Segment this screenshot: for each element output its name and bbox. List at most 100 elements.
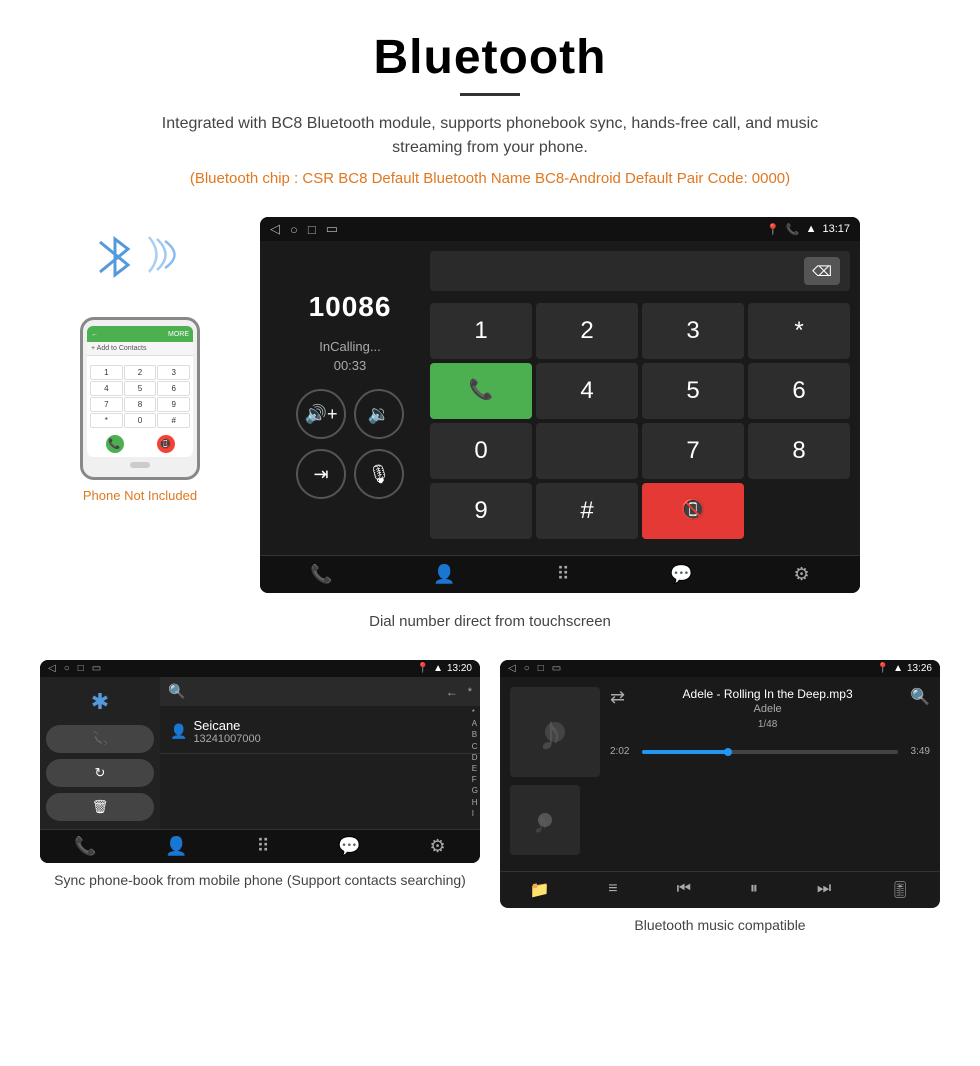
phone-mock: ← MORE + Add to Contacts 1 2 3 4 5 6 7	[80, 317, 200, 480]
key-0[interactable]: 0	[430, 423, 532, 479]
pb-home-icon[interactable]: ○	[64, 663, 70, 674]
play-pause-icon[interactable]: ⏸	[750, 880, 758, 900]
phone-home-button[interactable]	[130, 462, 150, 468]
alpha-G[interactable]: G	[472, 785, 478, 796]
music-status-right: 📍 ▲ 13:26	[877, 663, 932, 674]
phonebook-block: ◁ ○ □ ▭ 📍 ▲ 13:20 ✱ 📞 ↻ 🗑	[40, 660, 480, 946]
clock: 13:17	[822, 223, 850, 235]
volume-up-button[interactable]: 🔊+	[296, 389, 346, 439]
pb-messages-icon[interactable]: 💬	[338, 836, 360, 857]
music-home-icon[interactable]: ○	[524, 663, 530, 674]
alpha-C[interactable]: C	[472, 741, 478, 752]
phone-key-5[interactable]: 5	[124, 381, 157, 396]
phone-key-star[interactable]: *	[90, 413, 123, 428]
pb-call-button[interactable]: 📞	[46, 725, 154, 753]
key-7[interactable]: 7	[642, 423, 744, 479]
pb-settings-icon[interactable]: ⚙	[429, 836, 445, 857]
alpha-A[interactable]: A	[472, 718, 478, 729]
pb-dialpad-icon[interactable]: ⠿	[257, 836, 270, 857]
call-status-icon: 📞	[786, 223, 800, 236]
phonebook-screen: ◁ ○ □ ▭ 📍 ▲ 13:20 ✱ 📞 ↻ 🗑	[40, 660, 480, 863]
key-star[interactable]: *	[748, 303, 850, 359]
progress-bar[interactable]	[642, 750, 898, 754]
phone-key-7[interactable]: 7	[90, 397, 123, 412]
alpha-H[interactable]: H	[472, 797, 478, 808]
header-subtitle: Integrated with BC8 Bluetooth module, su…	[150, 112, 830, 160]
phone-key-4[interactable]: 4	[90, 381, 123, 396]
key-3[interactable]: 3	[642, 303, 744, 359]
phone-key-1[interactable]: 1	[90, 365, 123, 380]
music-menu-icon[interactable]: ▭	[552, 663, 561, 674]
equalizer-icon[interactable]: 🎚	[890, 880, 910, 900]
transfer-button[interactable]: ⇥	[296, 449, 346, 499]
pb-recent-icon[interactable]: □	[78, 663, 84, 674]
key-end-call[interactable]: 📵	[642, 483, 744, 539]
backspace-button[interactable]: ⌫	[804, 257, 840, 285]
key-5[interactable]: 5	[642, 363, 744, 419]
pb-contacts-icon[interactable]: 👤	[165, 836, 187, 857]
next-icon[interactable]: ⏭	[817, 880, 831, 900]
key-6[interactable]: 6	[748, 363, 850, 419]
pb-delete-button[interactable]: 🗑	[46, 793, 154, 821]
pb-contact-item[interactable]: 👤 Seicane 13241007000	[160, 710, 480, 754]
menu-icon[interactable]: ▭	[326, 221, 338, 237]
dial-bottom-bar: 📞 👤 ⠿ 💬 ⚙	[260, 555, 860, 593]
phone-key-0[interactable]: 0	[124, 413, 157, 428]
phone-key-9[interactable]: 9	[157, 397, 190, 412]
signal-waves	[144, 227, 189, 287]
key-1[interactable]: 1	[430, 303, 532, 359]
folder-icon[interactable]: 📁	[529, 880, 549, 900]
music-title: Adele - Rolling In the Deep.mp3	[683, 687, 853, 701]
phone-call-button[interactable]: 📞	[106, 435, 124, 453]
music-screen: ◁ ○ □ ▭ 📍 ▲ 13:26 ♪	[500, 660, 940, 908]
alpha-E[interactable]: E	[472, 763, 478, 774]
pb-calls-icon[interactable]: 📞	[74, 836, 96, 857]
phone-key-hash[interactable]: #	[157, 413, 190, 428]
bottom-dialpad-icon[interactable]: ⠿	[557, 564, 570, 585]
alpha-D[interactable]: D	[472, 752, 478, 763]
pb-sync-button[interactable]: ↻	[46, 759, 154, 787]
pb-clear-icon[interactable]: ←	[446, 685, 458, 699]
phone-key-3[interactable]: 3	[157, 365, 190, 380]
phone-keys: 1 2 3 4 5 6 7 8 9 * 0 #	[90, 365, 190, 428]
key-4[interactable]: 4	[536, 363, 638, 419]
back-icon[interactable]: ◁	[270, 221, 280, 237]
recent-icon[interactable]: □	[308, 222, 316, 237]
pb-nav-icons: ◁ ○ □ ▭	[48, 663, 101, 674]
shuffle-icon[interactable]: ⇄	[610, 687, 625, 708]
key-2[interactable]: 2	[536, 303, 638, 359]
bottom-calls-icon[interactable]: 📞	[310, 564, 332, 585]
key-call[interactable]: 📞	[430, 363, 532, 419]
alpha-star[interactable]: *	[472, 707, 478, 718]
contact-number: 13241007000	[193, 733, 260, 745]
svg-text:♪: ♪	[538, 705, 563, 761]
pb-back-icon[interactable]: ◁	[48, 663, 56, 674]
alpha-B[interactable]: B	[472, 729, 478, 740]
key-hash[interactable]: #	[536, 483, 638, 539]
key-9[interactable]: 9	[430, 483, 532, 539]
search-icon[interactable]: 🔍	[910, 687, 930, 707]
music-recent-icon[interactable]: □	[538, 663, 544, 674]
pb-menu-icon[interactable]: ▭	[92, 663, 101, 674]
bottom-messages-icon[interactable]: 💬	[670, 564, 692, 585]
music-back-icon[interactable]: ◁	[508, 663, 516, 674]
pb-sidebar: ✱ 📞 ↻ 🗑	[40, 677, 160, 829]
bottom-contacts-icon[interactable]: 👤	[433, 564, 455, 585]
phone-key-6[interactable]: 6	[157, 381, 190, 396]
playlist-icon[interactable]: ≡	[608, 880, 617, 900]
dial-action-row2: ⇥ 🎙	[296, 449, 404, 499]
dial-timer: 00:33	[334, 358, 367, 373]
pb-location-icon: 📍	[417, 663, 429, 674]
phone-end-button[interactable]: 📵	[157, 435, 175, 453]
alpha-I[interactable]: I	[472, 808, 478, 819]
volume-down-button[interactable]: 🔉	[354, 389, 404, 439]
mute-button[interactable]: 🎙	[354, 449, 404, 499]
alpha-F[interactable]: F	[472, 774, 478, 785]
home-icon[interactable]: ○	[290, 222, 298, 237]
bottom-settings-icon[interactable]: ⚙	[793, 564, 809, 585]
pb-search-icon: 🔍	[168, 683, 185, 700]
key-8[interactable]: 8	[748, 423, 850, 479]
prev-icon[interactable]: ⏮	[677, 880, 691, 900]
phone-key-2[interactable]: 2	[124, 365, 157, 380]
phone-key-8[interactable]: 8	[124, 397, 157, 412]
